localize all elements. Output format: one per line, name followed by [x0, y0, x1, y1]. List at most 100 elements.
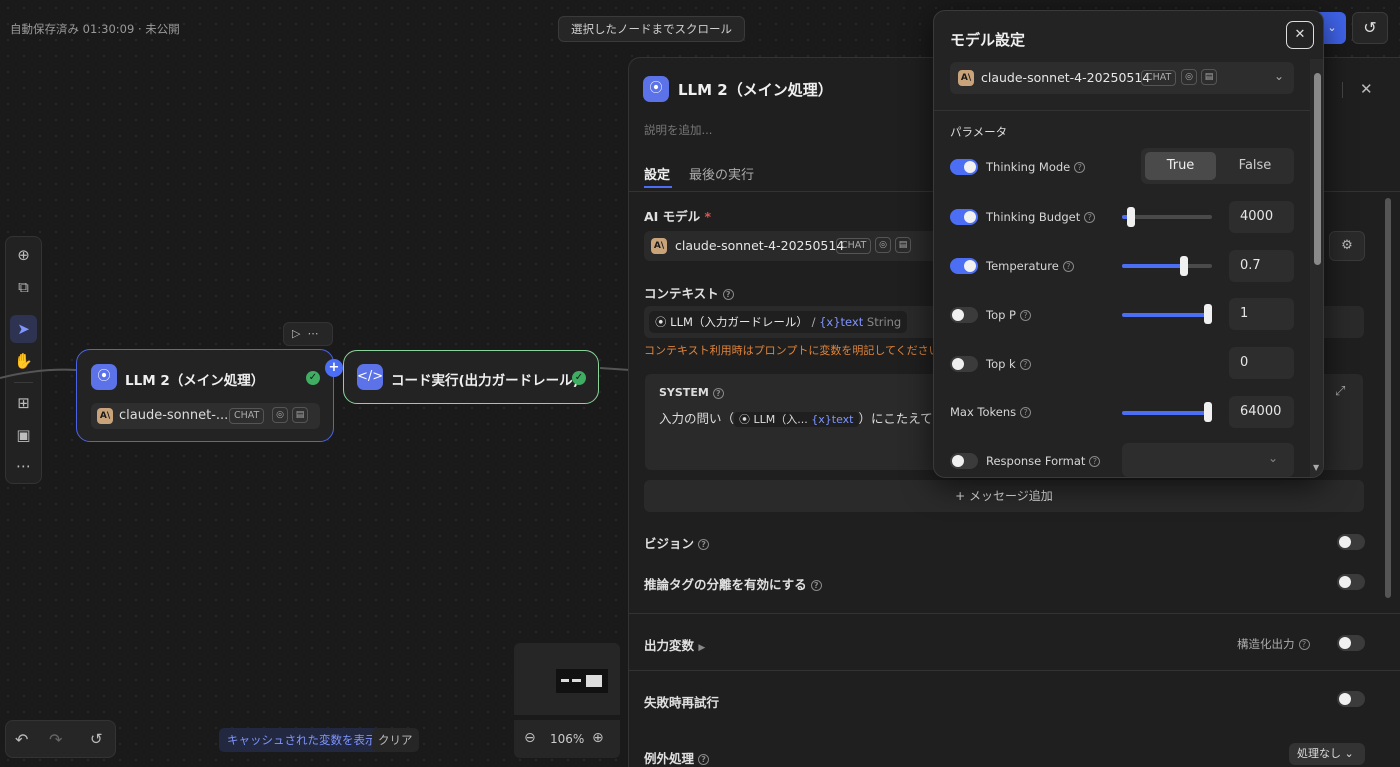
- code-node[interactable]: </> コード実行(出力ガードレール) ✓: [343, 350, 599, 404]
- context-warning: コンテキスト利用時はプロンプトに変数を明記してください: [644, 344, 940, 357]
- popup-model-selector[interactable]: A\ claude-sonnet-4-20250514 CHAT ◎ ▤ ⌄: [950, 62, 1294, 94]
- thinking-budget-slider[interactable]: [1122, 215, 1212, 219]
- thinking-budget-input[interactable]: 4000: [1229, 201, 1294, 233]
- undo-redo-bar: ↶ ↷ ↺: [5, 720, 116, 758]
- exception-select[interactable]: 処理なし ⌄: [1289, 743, 1365, 765]
- more-icon[interactable]: ⋯: [307, 327, 318, 340]
- history-button[interactable]: ↺: [1352, 12, 1388, 44]
- tab-settings[interactable]: 設定: [644, 164, 670, 183]
- help-icon[interactable]: ?: [1019, 359, 1031, 370]
- top-p-slider-knob[interactable]: [1204, 304, 1212, 324]
- zoom-out-icon[interactable]: ⊖: [524, 730, 536, 746]
- help-icon[interactable]: ?: [1062, 261, 1074, 272]
- temperature-slider-knob[interactable]: [1180, 256, 1188, 276]
- scroll-to-node-button[interactable]: 選択したノードまでスクロール: [558, 16, 745, 42]
- llm-panel-icon: ⦿: [643, 76, 669, 102]
- minimap-node: [572, 679, 581, 682]
- llm-node-title: LLM 2（メイン処理）: [125, 373, 265, 389]
- structured-output-toggle[interactable]: [1337, 635, 1365, 651]
- minimap[interactable]: [514, 643, 620, 715]
- vision-toggle[interactable]: [1337, 534, 1365, 550]
- params-label: パラメータ: [950, 125, 1008, 139]
- tab-last-run[interactable]: 最後の実行: [689, 164, 754, 183]
- clear-button[interactable]: クリア: [372, 728, 419, 752]
- system-prompt-text[interactable]: 入力の問い（ ⦿ LLM（入... {x}text ）にこたえてくだ: [659, 408, 957, 427]
- retry-toggle[interactable]: [1337, 691, 1365, 707]
- thinking-budget-label: Thinking Budget?: [986, 210, 1096, 224]
- top-k-toggle[interactable]: [950, 356, 978, 372]
- help-icon[interactable]: ?: [1084, 212, 1096, 223]
- thinking-mode-true[interactable]: True: [1145, 152, 1216, 180]
- code-icon: </>: [357, 364, 383, 390]
- help-icon[interactable]: ?: [810, 580, 822, 591]
- minimap-icon[interactable]: ▣: [6, 426, 41, 444]
- thinking-budget-toggle[interactable]: [950, 209, 978, 225]
- temperature-toggle[interactable]: [950, 258, 978, 274]
- chevron-down-icon: ⌄: [1344, 747, 1354, 760]
- max-tokens-slider-knob[interactable]: [1204, 402, 1212, 422]
- thinking-mode-false[interactable]: False: [1220, 152, 1290, 180]
- temperature-input[interactable]: 0.7: [1229, 250, 1294, 282]
- expand-icon[interactable]: ⤢: [1335, 384, 1345, 399]
- thinking-mode-toggle[interactable]: [950, 159, 978, 175]
- add-next-node-icon[interactable]: +: [325, 359, 343, 377]
- top-p-input[interactable]: 1: [1229, 298, 1294, 330]
- help-icon[interactable]: ?: [1298, 639, 1310, 650]
- history-icon[interactable]: ↺: [90, 730, 103, 748]
- chat-tag: CHAT: [229, 408, 265, 424]
- help-icon[interactable]: ?: [1089, 456, 1101, 467]
- reasoning-tag-toggle[interactable]: [1337, 574, 1365, 590]
- help-icon[interactable]: ?: [712, 387, 724, 399]
- top-k-label: Top k?: [986, 357, 1031, 371]
- panel-title[interactable]: LLM 2（メイン処理）: [678, 79, 833, 100]
- node-model-name: claude-sonnet-...: [119, 408, 229, 423]
- model-name: claude-sonnet-4-20250514: [675, 238, 845, 253]
- popup-title: モデル設定: [950, 31, 1026, 49]
- model-params-button[interactable]: ⚙: [1329, 231, 1365, 261]
- description-input[interactable]: 説明を追加...: [644, 122, 712, 138]
- help-icon[interactable]: ?: [698, 539, 710, 550]
- help-icon[interactable]: ?: [1020, 407, 1032, 418]
- redo-icon[interactable]: ↷: [49, 730, 62, 749]
- pointer-icon[interactable]: ➤: [6, 320, 41, 338]
- llm-node[interactable]: ⦿ LLM 2（メイン処理） ✓ A\ claude-sonnet-... CH…: [76, 349, 334, 442]
- panel-scrollbar[interactable]: [1385, 198, 1391, 598]
- close-icon[interactable]: ✕: [1286, 21, 1314, 49]
- output-vars-label[interactable]: 出力変数 ▶: [644, 635, 705, 654]
- tab-active-indicator: [644, 186, 672, 188]
- help-icon[interactable]: ?: [722, 289, 734, 300]
- top-p-toggle[interactable]: [950, 307, 978, 323]
- add-note-icon[interactable]: ⧉: [6, 278, 41, 296]
- max-tokens-input[interactable]: 64000: [1229, 396, 1294, 428]
- prompt-variable-chip[interactable]: ⦿ LLM（入... {x}text: [734, 412, 859, 427]
- exception-label: 例外処理?: [644, 748, 710, 767]
- plus-icon: +: [955, 489, 970, 503]
- model-selector[interactable]: A\ claude-sonnet-4-20250514 CHAT ◎ ▤: [644, 231, 954, 261]
- close-panel-icon[interactable]: ✕: [1360, 80, 1373, 98]
- divider: [934, 110, 1310, 111]
- zoom-level[interactable]: 106%: [550, 732, 584, 746]
- show-cached-vars-button[interactable]: キャッシュされた変数を表示: [219, 728, 385, 752]
- response-format-select[interactable]: ⌄: [1122, 443, 1294, 477]
- llm-node-icon: ⦿: [91, 364, 117, 390]
- zoom-in-icon[interactable]: ⊕: [592, 730, 604, 746]
- popup-scrollbar-thumb[interactable]: [1314, 73, 1321, 265]
- response-format-toggle[interactable]: [950, 453, 978, 469]
- top-p-slider[interactable]: [1122, 313, 1212, 317]
- max-tokens-slider[interactable]: [1122, 411, 1212, 415]
- undo-icon[interactable]: ↶: [15, 730, 28, 749]
- help-icon[interactable]: ?: [698, 754, 710, 765]
- run-icon[interactable]: ▷: [292, 327, 300, 340]
- add-node-icon[interactable]: ⊕: [6, 246, 41, 264]
- help-icon[interactable]: ?: [1020, 310, 1031, 321]
- context-variable-chip[interactable]: ⦿ LLM（入力ガードレール） / {x}text String: [649, 311, 908, 333]
- top-k-input[interactable]: 0: [1229, 347, 1294, 379]
- structured-output-label: 構造化出力?: [1237, 636, 1310, 652]
- help-icon[interactable]: ?: [1074, 162, 1086, 173]
- divider: [629, 613, 1400, 614]
- thinking-budget-slider-knob[interactable]: [1127, 207, 1135, 227]
- organize-icon[interactable]: ⊞: [6, 394, 41, 412]
- more-icon[interactable]: ⋯: [6, 457, 41, 475]
- scroll-down-icon[interactable]: ▼: [1313, 463, 1319, 472]
- add-message-button[interactable]: + メッセージ追加: [644, 480, 1364, 512]
